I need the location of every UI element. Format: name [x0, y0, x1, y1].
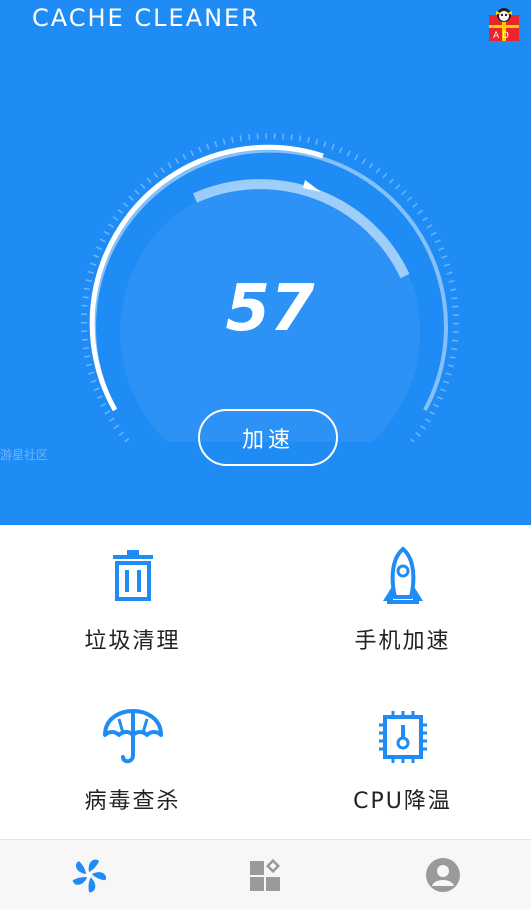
rocket-icon: [382, 546, 423, 604]
feature-virus-scan[interactable]: 病毒查杀: [0, 705, 265, 855]
ad-gift-icon[interactable]: A D: [487, 5, 521, 43]
app-title: CACHE CLEANER: [32, 4, 260, 32]
feature-cpu-cool[interactable]: CPU降温: [270, 705, 531, 855]
nav-tab-clean[interactable]: [0, 840, 177, 909]
feature-grid: 垃圾清理 手机加速 病毒查杀 CPU降温: [0, 525, 531, 839]
feature-phone-boost[interactable]: 手机加速: [270, 545, 531, 695]
watermark-text: 游星社区: [0, 448, 49, 462]
fan-icon: [72, 858, 106, 892]
feature-label: 垃圾清理: [84, 629, 181, 654]
nav-tab-profile[interactable]: [354, 840, 531, 909]
feature-label: 手机加速: [354, 629, 451, 654]
umbrella-icon: [102, 709, 163, 764]
hero-panel: CACHE CLEANER A D 57 加速 游星社区: [0, 0, 531, 525]
user-profile-icon: [425, 857, 460, 892]
feature-label: 病毒查杀: [84, 789, 181, 814]
nav-tab-apps[interactable]: [177, 840, 354, 909]
feature-junk-clean[interactable]: 垃圾清理: [0, 545, 265, 695]
score-value: 57: [225, 272, 315, 346]
cpu-chip-icon: [378, 711, 427, 763]
ad-badge-text: A D: [493, 31, 509, 41]
feature-label: CPU降温: [353, 789, 452, 814]
bottom-nav: [0, 839, 531, 909]
apps-grid-icon: [249, 858, 280, 891]
trash-icon: [112, 550, 153, 601]
boost-button[interactable]: 加速: [198, 409, 338, 466]
